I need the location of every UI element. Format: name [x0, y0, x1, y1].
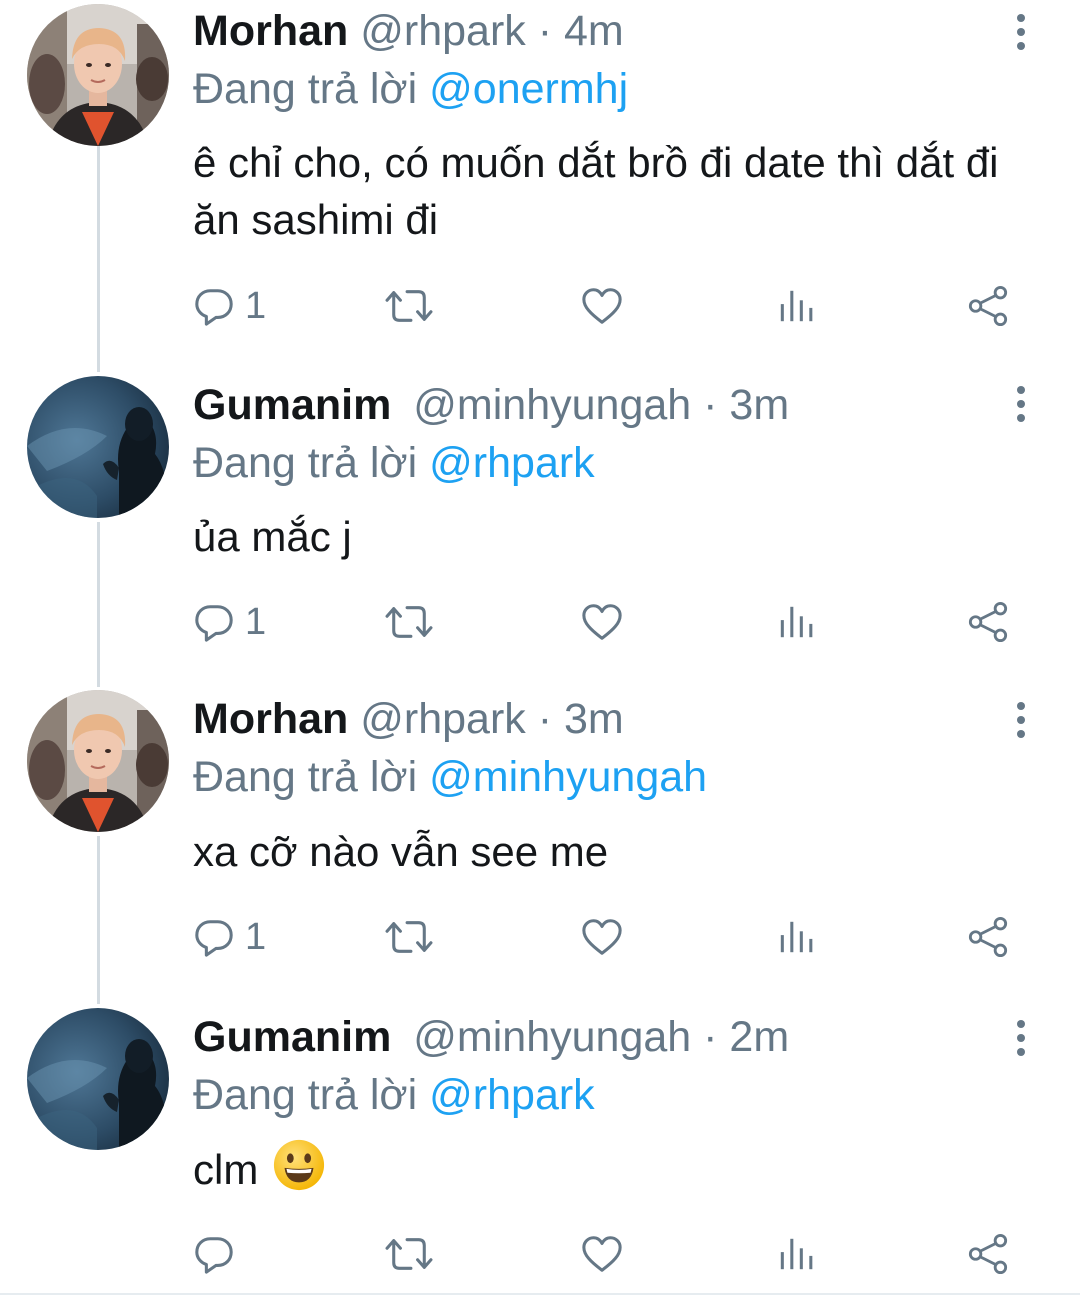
reply-icon	[193, 285, 235, 327]
tweet-text: ê chỉ cho, có muốn dắt brồ đi date thì d…	[193, 139, 999, 243]
retweet-button[interactable]	[385, 912, 433, 962]
analytics-icon	[777, 1235, 815, 1273]
more-vertical-icon[interactable]	[1006, 698, 1036, 742]
share-button[interactable]	[967, 1229, 1009, 1279]
replying-to: Đang trả lời @rhpark	[193, 434, 595, 492]
share-button[interactable]	[967, 597, 1009, 647]
tweet-text-content: clm	[193, 1146, 259, 1193]
avatar[interactable]	[27, 376, 169, 518]
reply-icon	[193, 1233, 235, 1275]
tweet-text: xa cỡ nào vẫn see me	[193, 828, 609, 875]
tweet[interactable]: Morhan @rhpark · 3m Đang trả lời @minhyu…	[0, 688, 1080, 993]
tweet[interactable]: Gumanim @minhyungah · 3m Đang trả lời @r…	[0, 372, 1080, 677]
replying-to: Đang trả lời @onermhj	[193, 60, 628, 118]
conversation-thread: Morhan @rhpark · 4m Đang trả lời @onermh…	[0, 0, 1080, 1299]
avatar[interactable]	[27, 690, 169, 832]
reply-icon	[193, 601, 235, 643]
replying-to-label: Đang trả lời	[193, 753, 418, 801]
retweet-button[interactable]	[385, 597, 433, 647]
tweet-text: ủa mắc j	[193, 513, 352, 560]
share-icon	[967, 1233, 1009, 1275]
reply-button[interactable]: 1	[193, 912, 266, 962]
retweet-button[interactable]	[385, 1229, 433, 1279]
retweet-button[interactable]	[385, 281, 433, 331]
more-vertical-icon[interactable]	[1006, 1016, 1036, 1060]
tweet-text: clm	[193, 1138, 1023, 1206]
share-icon	[967, 601, 1009, 643]
heart-icon	[581, 602, 623, 642]
reply-button[interactable]	[193, 1229, 235, 1279]
display-name[interactable]: Morhan	[193, 7, 348, 55]
timestamp[interactable]: · 4m	[538, 7, 624, 55]
replying-to-label: Đang trả lời	[193, 439, 418, 487]
user-handle[interactable]: @rhpark	[360, 7, 526, 55]
tweet-header: Morhan @rhpark · 4m	[193, 2, 624, 60]
tweet-actions: 1	[0, 912, 1080, 962]
like-button[interactable]	[581, 281, 623, 331]
share-icon	[967, 285, 1009, 327]
reply-count: 1	[245, 915, 267, 958]
mention-link[interactable]: @rhpark	[429, 439, 595, 487]
retweet-icon	[385, 916, 433, 958]
retweet-icon	[385, 1233, 433, 1275]
mention-link[interactable]: @onermhj	[429, 65, 628, 113]
analytics-button[interactable]	[777, 912, 815, 962]
retweet-icon	[385, 285, 433, 327]
tweet-actions: 1	[0, 281, 1080, 331]
tweet-header: Gumanim @minhyungah · 3m	[193, 376, 789, 434]
tweet[interactable]: Morhan @rhpark · 4m Đang trả lời @onermh…	[0, 0, 1080, 362]
user-handle[interactable]: @rhpark	[360, 695, 526, 743]
replying-to-label: Đang trả lời	[193, 65, 418, 113]
analytics-icon	[777, 287, 815, 325]
more-vertical-icon[interactable]	[1006, 382, 1036, 426]
tweet[interactable]: Gumanim @minhyungah · 2m Đang trả lời @r…	[0, 1004, 1080, 1294]
heart-icon	[581, 1234, 623, 1274]
user-handle[interactable]: @minhyungah	[413, 1013, 691, 1061]
display-name[interactable]: Gumanim	[193, 1013, 391, 1061]
replying-to: Đang trả lời @rhpark	[193, 1066, 595, 1124]
like-button[interactable]	[581, 597, 623, 647]
avatar[interactable]	[27, 4, 169, 146]
tweet-actions	[0, 1229, 1080, 1279]
more-vertical-icon[interactable]	[1006, 10, 1036, 54]
timestamp[interactable]: · 3m	[703, 381, 789, 429]
mention-link[interactable]: @minhyungah	[429, 753, 707, 801]
divider	[0, 1293, 1080, 1295]
analytics-icon	[777, 603, 815, 641]
avatar[interactable]	[27, 1008, 169, 1150]
share-icon	[967, 916, 1009, 958]
reply-icon	[193, 916, 235, 958]
replying-to: Đang trả lời @minhyungah	[193, 748, 707, 806]
retweet-icon	[385, 601, 433, 643]
heart-icon	[581, 917, 623, 957]
analytics-icon	[777, 918, 815, 956]
display-name[interactable]: Gumanim	[193, 381, 391, 429]
grinning-face-emoji	[272, 1138, 326, 1206]
tweet-header: Gumanim @minhyungah · 2m	[193, 1008, 789, 1066]
reply-button[interactable]: 1	[193, 281, 266, 331]
analytics-button[interactable]	[777, 597, 815, 647]
tweet-header: Morhan @rhpark · 3m	[193, 690, 624, 748]
like-button[interactable]	[581, 1229, 623, 1279]
heart-icon	[581, 286, 623, 326]
mention-link[interactable]: @rhpark	[429, 1071, 595, 1119]
analytics-button[interactable]	[777, 1229, 815, 1279]
share-button[interactable]	[967, 912, 1009, 962]
share-button[interactable]	[967, 281, 1009, 331]
timestamp[interactable]: · 2m	[703, 1013, 789, 1061]
tweet-actions: 1	[0, 597, 1080, 647]
reply-count: 1	[245, 284, 267, 327]
reply-button[interactable]: 1	[193, 597, 266, 647]
user-handle[interactable]: @minhyungah	[413, 381, 691, 429]
replying-to-label: Đang trả lời	[193, 1071, 418, 1119]
display-name[interactable]: Morhan	[193, 695, 348, 743]
analytics-button[interactable]	[777, 281, 815, 331]
like-button[interactable]	[581, 912, 623, 962]
timestamp[interactable]: · 3m	[538, 695, 624, 743]
reply-count: 1	[245, 600, 267, 643]
